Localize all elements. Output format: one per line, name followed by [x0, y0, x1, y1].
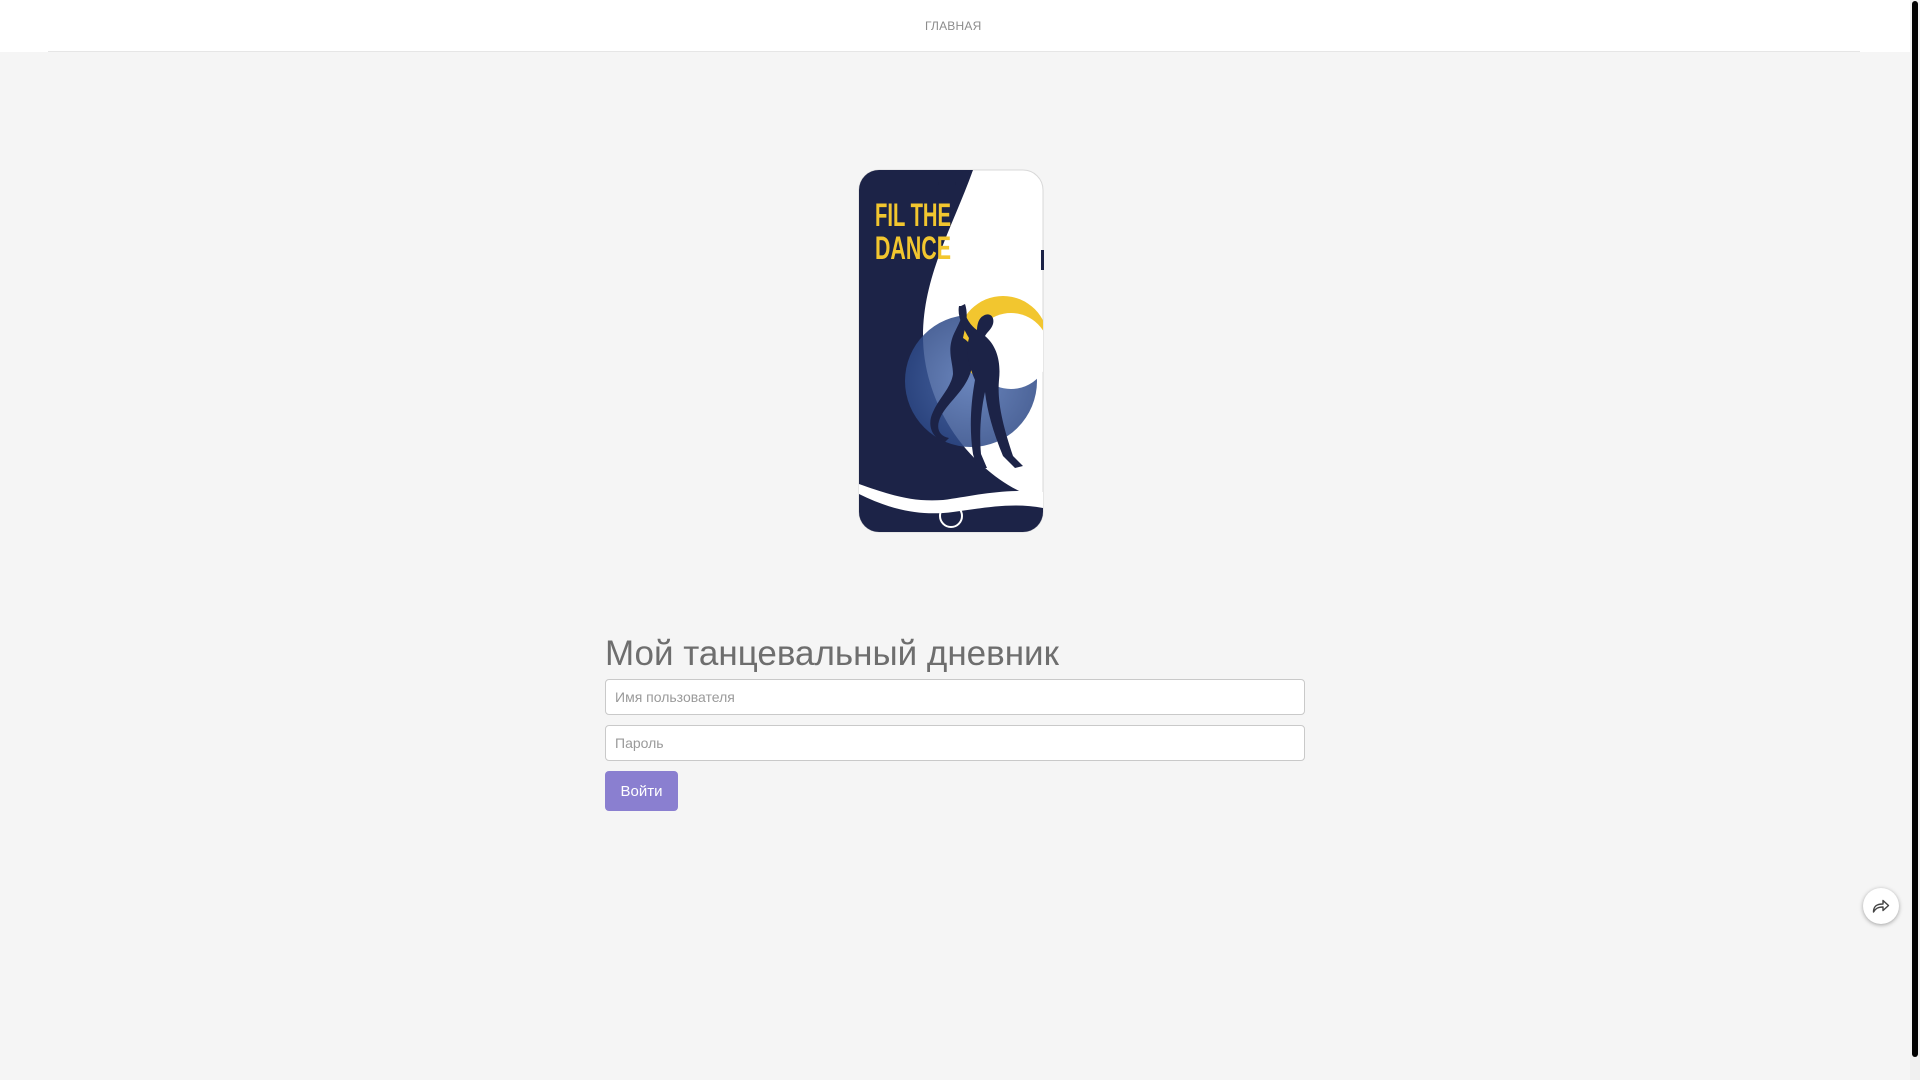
login-button[interactable]: Войти: [605, 771, 678, 811]
phone-title-line2: DANCE: [875, 230, 951, 266]
nav-home-link[interactable]: ГЛАВНАЯ: [925, 19, 981, 33]
username-field[interactable]: [605, 679, 1305, 715]
share-arrow-icon: [1872, 899, 1890, 913]
phone-title-line1: FIL THE: [875, 197, 951, 233]
page: ГЛАВНАЯ FIL THE DANCE Мой танцевальный д…: [0, 0, 1920, 1080]
phone-dancers-image: FIL THE DANCE: [858, 169, 1044, 533]
header-divider: [48, 51, 1860, 52]
vertical-scrollbar[interactable]: [1910, 0, 1920, 1080]
password-field[interactable]: [605, 725, 1305, 761]
login-form-title: Мой танцевальный дневник: [605, 634, 1059, 673]
top-nav-bar: ГЛАВНАЯ: [0, 0, 1910, 52]
share-button[interactable]: [1863, 888, 1899, 924]
scrollbar-thumb[interactable]: [1912, 1, 1918, 1057]
hero-phone-illustration: FIL THE DANCE: [853, 166, 1049, 536]
